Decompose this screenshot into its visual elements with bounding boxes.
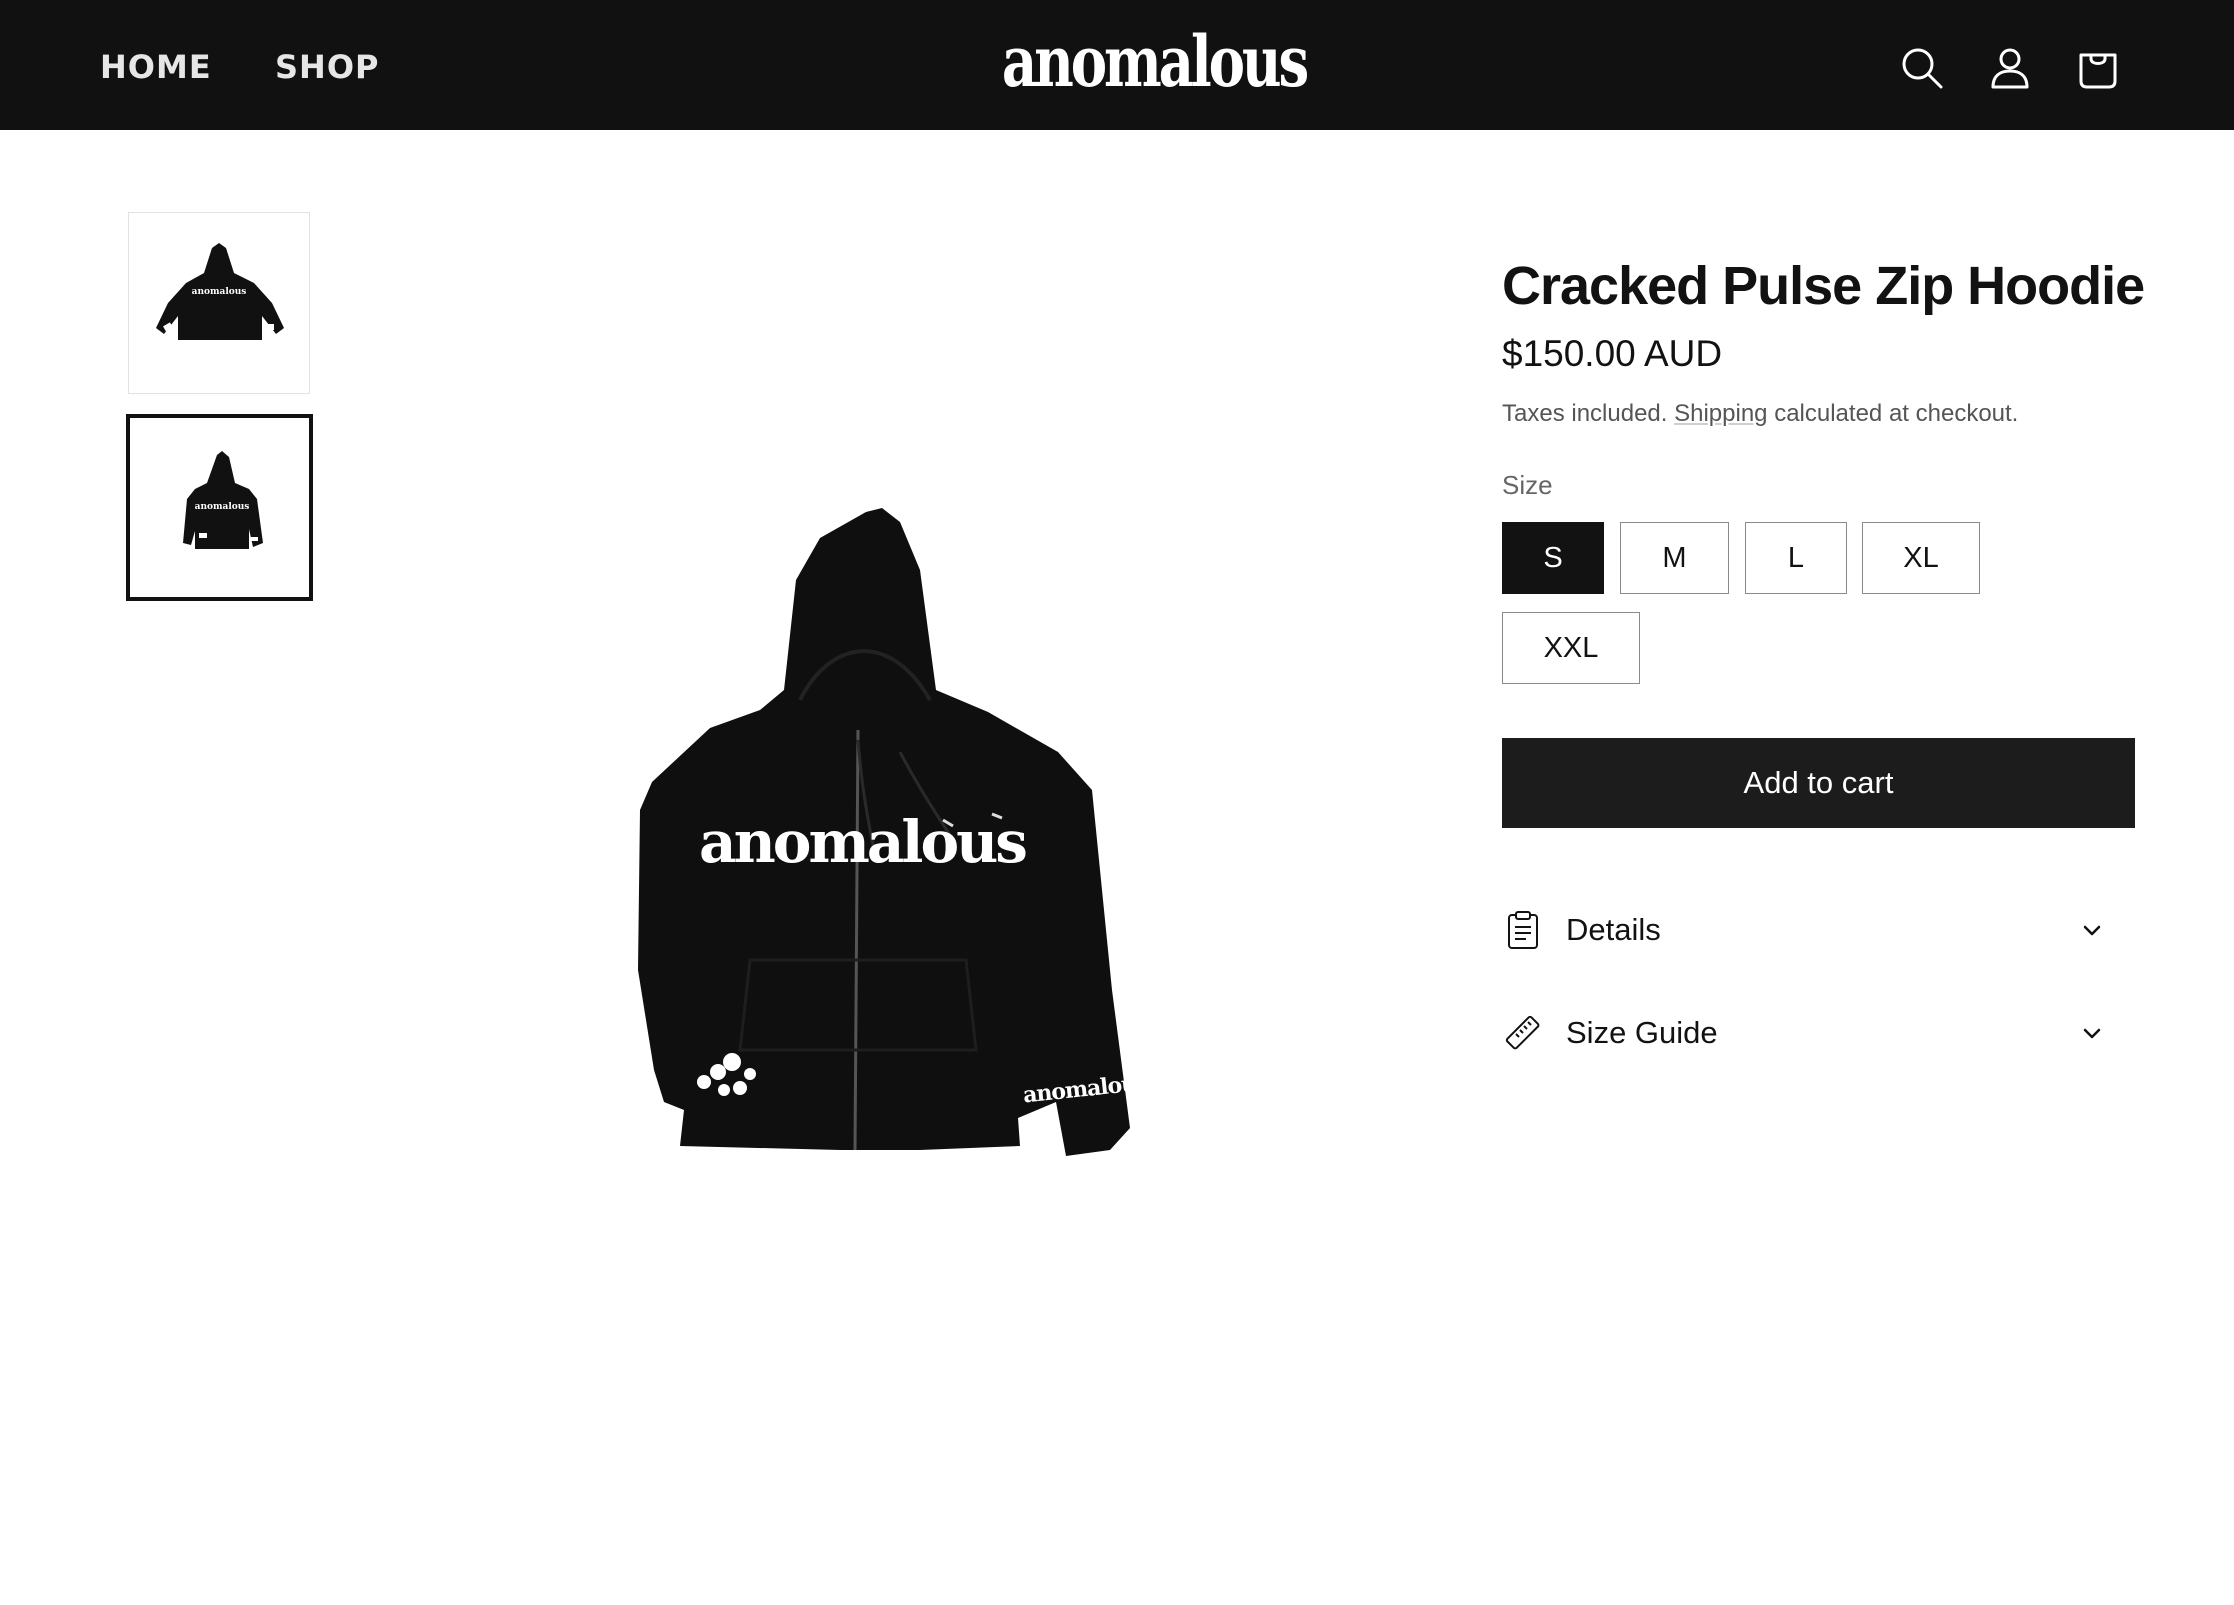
tax-note-text-end: calculated at checkout. [1767,400,2019,427]
thumbnail-2-print: anomalous [194,502,249,512]
size-option-xl[interactable]: XL [1862,522,1980,594]
hoodie-front-thumbnail-image: anomalous [182,450,263,549]
tax-note-text: Taxes included. [1502,400,1675,427]
hoodie-back-thumbnail-image: anomalous [156,243,284,340]
site-logo[interactable]: anomalous [1002,22,1309,102]
size-option-xxl[interactable]: XXL [1502,612,1640,684]
size-label: Size [1502,470,1553,500]
chevron-down-icon [2077,1018,2107,1048]
nav-home-link[interactable]: HOME [100,48,212,86]
size-option-l[interactable]: L [1745,522,1847,594]
shipping-link[interactable]: Shipping [1674,400,1767,427]
thumbnail-1[interactable]: anomalous [128,212,310,394]
nav-shop-link[interactable]: SHOP [275,48,379,86]
thumbnail-2-selected[interactable]: anomalous [126,414,313,601]
hoodie-chest-print: anomalous [699,808,1026,876]
product-price: $150.00 AUD [1502,333,1723,374]
thumbnail-1-print: anomalous [192,287,247,297]
size-option-m[interactable]: M [1620,522,1729,594]
size-guide-label: Size Guide [1566,1015,1718,1050]
ruler-icon [1502,1012,1544,1054]
details-label: Details [1566,912,1661,947]
add-to-cart-button[interactable]: Add to cart [1502,738,2135,828]
product-title: Cracked Pulse Zip Hoodie [1502,256,2145,316]
hoodie-illustration: anomalous anomalous [638,508,1149,1156]
clipboard-icon [1502,909,1544,951]
site-header: HOME SHOP anomalous [0,0,2234,130]
tax-note: Taxes included. Shipping calculated at c… [1502,400,2018,428]
chevron-down-icon [2077,915,2107,945]
size-guide-accordion[interactable]: Size Guide [1502,998,2135,1068]
product-main-image: anomalous anomalous [600,490,1160,1170]
search-icon[interactable] [1899,45,1945,91]
details-accordion[interactable]: Details [1502,895,2135,965]
cart-icon[interactable] [2075,45,2121,91]
account-icon[interactable] [1987,45,2033,91]
size-option-s[interactable]: S [1502,522,1604,594]
